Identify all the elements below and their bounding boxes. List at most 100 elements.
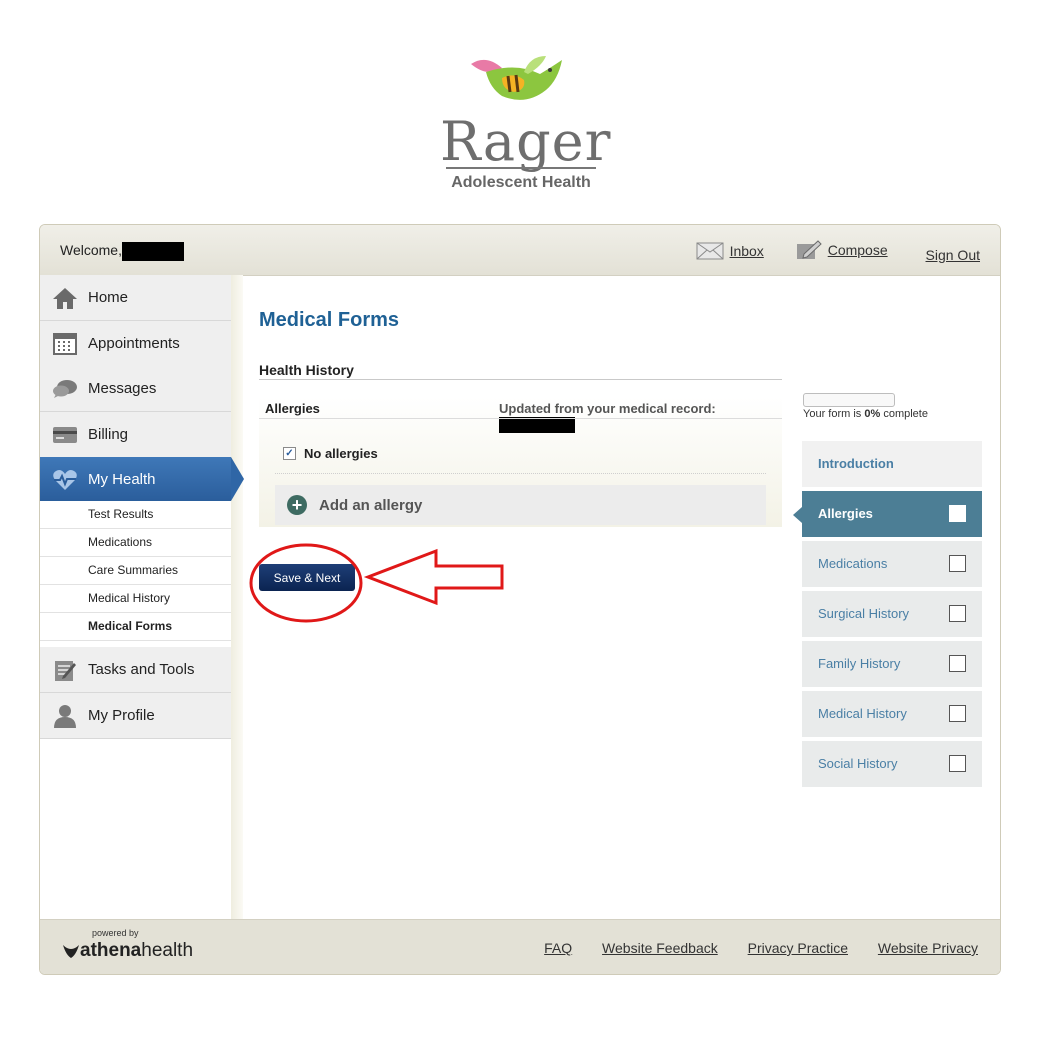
welcome-label: Welcome, bbox=[60, 242, 122, 259]
compose-link[interactable]: Compose bbox=[828, 242, 888, 258]
step-checkbox bbox=[949, 505, 966, 522]
sign-out-link[interactable]: Sign Out bbox=[926, 247, 980, 263]
section-title: Health History bbox=[259, 362, 354, 378]
athena-leaf-icon bbox=[63, 945, 79, 958]
save-next-button[interactable]: Save & Next bbox=[259, 564, 355, 591]
sidebar-item-my-profile[interactable]: My Profile bbox=[40, 693, 231, 739]
sidebar-item-label: Home bbox=[88, 289, 129, 306]
progress-prefix: Your form is bbox=[803, 408, 862, 420]
active-nav-arrow bbox=[231, 457, 244, 501]
top-bar: Welcome, Inbox Compose Sign Out bbox=[40, 225, 1000, 276]
step-surgical-history[interactable]: Surgical History bbox=[802, 591, 982, 637]
step-checkbox bbox=[949, 605, 966, 622]
no-allergies-option[interactable]: ✓ No allergies bbox=[283, 446, 378, 461]
sidebar: Home Appointments Messages Billing My He… bbox=[40, 275, 244, 920]
subnav-test-results[interactable]: Test Results bbox=[40, 501, 231, 529]
credit-card-icon bbox=[52, 423, 78, 447]
notepad-icon bbox=[52, 658, 78, 682]
heart-pulse-icon bbox=[52, 468, 78, 492]
my-health-subnav: Test Results Medications Care Summaries … bbox=[40, 501, 231, 641]
portal-frame: Welcome, Inbox Compose Sign Out Home App… bbox=[39, 224, 1001, 975]
subnav-medical-forms[interactable]: Medical Forms bbox=[40, 613, 231, 641]
sidebar-item-appointments[interactable]: Appointments bbox=[40, 321, 231, 367]
sign-out-group[interactable]: Sign Out bbox=[920, 247, 980, 263]
person-icon bbox=[52, 704, 78, 728]
sidebar-item-label: Messages bbox=[88, 380, 157, 397]
home-icon bbox=[52, 286, 78, 310]
athena-brand-a: athena bbox=[80, 940, 142, 961]
sidebar-item-tasks-and-tools[interactable]: Tasks and Tools bbox=[40, 647, 231, 693]
step-label: Social History bbox=[818, 756, 898, 771]
bird-logo-icon bbox=[471, 56, 562, 100]
allergies-heading: Allergies bbox=[265, 401, 320, 416]
dotted-divider bbox=[275, 473, 766, 474]
section-divider bbox=[259, 379, 782, 380]
redacted-username bbox=[121, 242, 184, 261]
allergies-divider bbox=[259, 418, 782, 419]
add-allergy-button[interactable]: + Add an allergy bbox=[275, 485, 766, 525]
step-family-history[interactable]: Family History bbox=[802, 641, 982, 687]
compose-icon bbox=[796, 240, 822, 259]
sidebar-item-label: Tasks and Tools bbox=[88, 661, 195, 678]
step-medical-history[interactable]: Medical History bbox=[802, 691, 982, 737]
sidebar-item-messages[interactable]: Messages bbox=[40, 366, 231, 412]
website-feedback-link[interactable]: Website Feedback bbox=[602, 940, 718, 956]
updated-from-record: Updated from your medical record: bbox=[499, 401, 782, 433]
step-label: Family History bbox=[818, 656, 901, 671]
compose-link-group[interactable]: Compose bbox=[796, 240, 888, 260]
chat-icon bbox=[52, 377, 78, 401]
form-progress-text: Your form is 0% complete bbox=[803, 408, 928, 420]
progress-percent: 0% bbox=[864, 408, 881, 420]
sidebar-item-label: My Health bbox=[88, 471, 156, 488]
brand-name: Rager bbox=[440, 110, 612, 173]
step-medications[interactable]: Medications bbox=[802, 541, 982, 587]
athenahealth-logo: athena health bbox=[62, 940, 193, 962]
step-checkbox bbox=[949, 755, 966, 772]
sidebar-item-label: My Profile bbox=[88, 707, 155, 724]
sidebar-item-label: Appointments bbox=[88, 335, 180, 352]
sidebar-shadow bbox=[231, 275, 243, 920]
step-allergies[interactable]: Allergies bbox=[793, 491, 982, 537]
step-label: Medications bbox=[818, 556, 888, 571]
brand-subtitle: Adolescent Health bbox=[451, 174, 591, 191]
page-title: Medical Forms bbox=[259, 309, 400, 331]
header-links: Inbox Compose Sign Out bbox=[668, 240, 980, 263]
step-label: Introduction bbox=[818, 456, 894, 471]
step-label: Allergies bbox=[818, 506, 873, 521]
website-privacy-link[interactable]: Website Privacy bbox=[878, 940, 978, 956]
step-checkbox bbox=[949, 555, 966, 572]
inbox-link[interactable]: Inbox bbox=[730, 243, 764, 259]
sidebar-item-my-health[interactable]: My Health bbox=[40, 457, 244, 502]
calendar-icon bbox=[52, 332, 78, 356]
updated-text: Updated from your medical record: bbox=[499, 401, 716, 416]
subnav-medications[interactable]: Medications bbox=[40, 529, 231, 557]
step-label: Surgical History bbox=[818, 606, 910, 621]
rager-logo: Rager Adolescent Health bbox=[440, 52, 610, 197]
form-progress-bar bbox=[803, 393, 895, 407]
no-allergies-label: No allergies bbox=[304, 446, 378, 461]
step-checkbox bbox=[949, 705, 966, 722]
powered-by-text: powered by bbox=[92, 928, 139, 938]
athena-brand-b: health bbox=[141, 940, 194, 961]
plus-circle-icon: + bbox=[287, 495, 307, 515]
inbox-link-group[interactable]: Inbox bbox=[696, 242, 764, 260]
no-allergies-checkbox[interactable]: ✓ bbox=[283, 447, 296, 460]
subnav-care-summaries[interactable]: Care Summaries bbox=[40, 557, 231, 585]
footer-links: FAQ Website Feedback Privacy Practice We… bbox=[518, 940, 978, 956]
progress-suffix: complete bbox=[883, 408, 928, 420]
step-label: Medical History bbox=[818, 706, 907, 721]
welcome-text: Welcome, bbox=[60, 242, 184, 261]
step-introduction[interactable]: Introduction bbox=[802, 441, 982, 487]
brand-underline bbox=[446, 167, 596, 169]
sidebar-item-home[interactable]: Home bbox=[40, 275, 231, 321]
faq-link[interactable]: FAQ bbox=[544, 940, 572, 956]
subnav-medical-history[interactable]: Medical History bbox=[40, 585, 231, 613]
add-allergy-label: Add an allergy bbox=[319, 496, 423, 514]
allergies-panel: Allergies Updated from your medical reco… bbox=[259, 397, 782, 527]
active-step-arrow bbox=[793, 507, 802, 523]
privacy-practice-link[interactable]: Privacy Practice bbox=[748, 940, 848, 956]
step-checkbox bbox=[949, 655, 966, 672]
sidebar-item-billing[interactable]: Billing bbox=[40, 412, 231, 458]
envelope-icon bbox=[696, 242, 724, 260]
step-social-history[interactable]: Social History bbox=[802, 741, 982, 787]
